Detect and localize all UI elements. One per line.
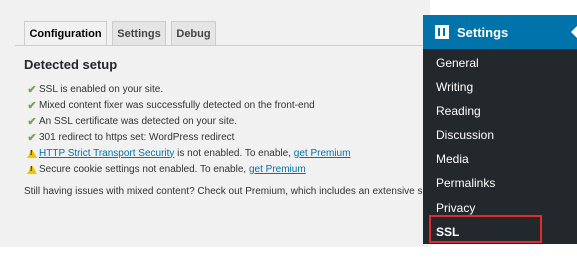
status-text: An SSL certificate was detected on your … — [39, 115, 238, 127]
settings-panel: Configuration Settings Debug Detected se… — [0, 0, 466, 268]
status-item: ✔ SSL is enabled on your site. — [26, 82, 163, 96]
admin-sidebar: Settings General Writing Reading Discuss… — [423, 15, 577, 244]
sidebar-item-general[interactable]: General — [436, 56, 479, 70]
sidebar-item-permalinks[interactable]: Permalinks — [436, 176, 495, 190]
status-item: Secure cookie settings not enabled. To e… — [26, 162, 306, 176]
warning-icon — [26, 164, 38, 174]
section-heading: Detected setup — [24, 57, 118, 72]
status-item: ✔ An SSL certificate was detected on you… — [26, 114, 237, 128]
status-text: SSL is enabled on your site. — [39, 83, 164, 95]
warning-icon — [26, 148, 38, 158]
sidebar-item-writing[interactable]: Writing — [436, 80, 473, 94]
get-premium-link[interactable]: get Premium — [249, 164, 306, 175]
status-text: 301 redirect to https set: WordPress red… — [39, 131, 235, 143]
status-item: HTTP Strict Transport Security is not en… — [26, 146, 350, 160]
mixed-content-note: Still having issues with mixed content? … — [24, 186, 467, 197]
status-item: ✔ 301 redirect to https set: WordPress r… — [26, 130, 234, 144]
check-icon: ✔ — [27, 131, 37, 144]
sidebar-header-label: Settings — [457, 24, 509, 40]
check-icon: ✔ — [27, 83, 37, 96]
current-menu-arrow-icon — [571, 26, 577, 38]
sidebar-header-settings[interactable]: Settings — [423, 15, 577, 49]
sidebar-item-media[interactable]: Media — [436, 152, 469, 166]
status-text: Secure cookie settings not enabled. To e… — [39, 163, 249, 175]
status-text: Mixed content fixer was successfully det… — [39, 99, 315, 111]
tab-divider — [15, 45, 430, 46]
hsts-link[interactable]: HTTP Strict Transport Security — [39, 148, 174, 159]
sidebar-item-reading[interactable]: Reading — [436, 104, 481, 118]
status-text: is not enabled. To enable, — [174, 147, 294, 159]
tab-debug[interactable]: Debug — [171, 21, 216, 45]
settings-icon — [435, 25, 449, 39]
tab-settings[interactable]: Settings — [112, 21, 166, 45]
get-premium-link[interactable]: get Premium — [294, 148, 351, 159]
sidebar-item-privacy[interactable]: Privacy — [436, 201, 475, 215]
check-icon: ✔ — [27, 115, 37, 128]
ssl-highlight-box — [429, 215, 542, 243]
tab-configuration[interactable]: Configuration — [24, 21, 107, 46]
sidebar-item-discussion[interactable]: Discussion — [436, 128, 494, 142]
check-icon: ✔ — [27, 99, 37, 112]
status-item: ✔ Mixed content fixer was successfully d… — [26, 98, 315, 112]
